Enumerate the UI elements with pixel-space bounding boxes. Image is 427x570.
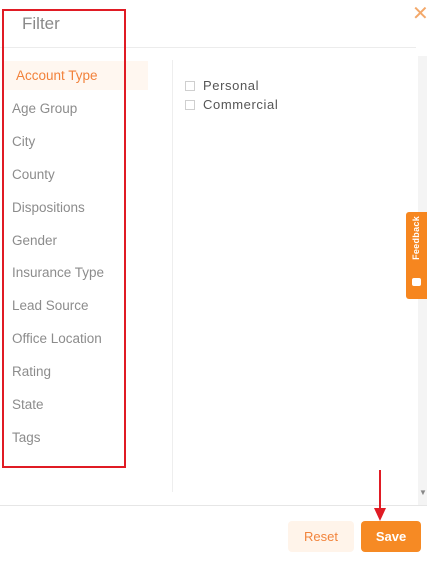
column-divider	[172, 60, 173, 492]
close-icon[interactable]: ✕	[412, 4, 427, 24]
option-label: Personal	[203, 78, 260, 93]
annotation-arrow-icon	[374, 470, 386, 521]
feedback-label: Feedback	[411, 216, 421, 260]
checkbox-commercial[interactable]	[185, 100, 195, 110]
save-button[interactable]: Save	[361, 521, 421, 552]
footer-divider	[0, 505, 427, 506]
option-commercial[interactable]: Commercial	[185, 97, 278, 112]
chat-icon	[412, 278, 421, 286]
annotation-highlight-box	[2, 9, 126, 468]
option-label: Commercial	[203, 97, 279, 112]
checkbox-personal[interactable]	[185, 81, 195, 91]
reset-button[interactable]: Reset	[288, 521, 354, 552]
option-personal[interactable]: Personal	[185, 78, 259, 93]
scroll-down-arrow-icon[interactable]: ▼	[419, 488, 427, 497]
